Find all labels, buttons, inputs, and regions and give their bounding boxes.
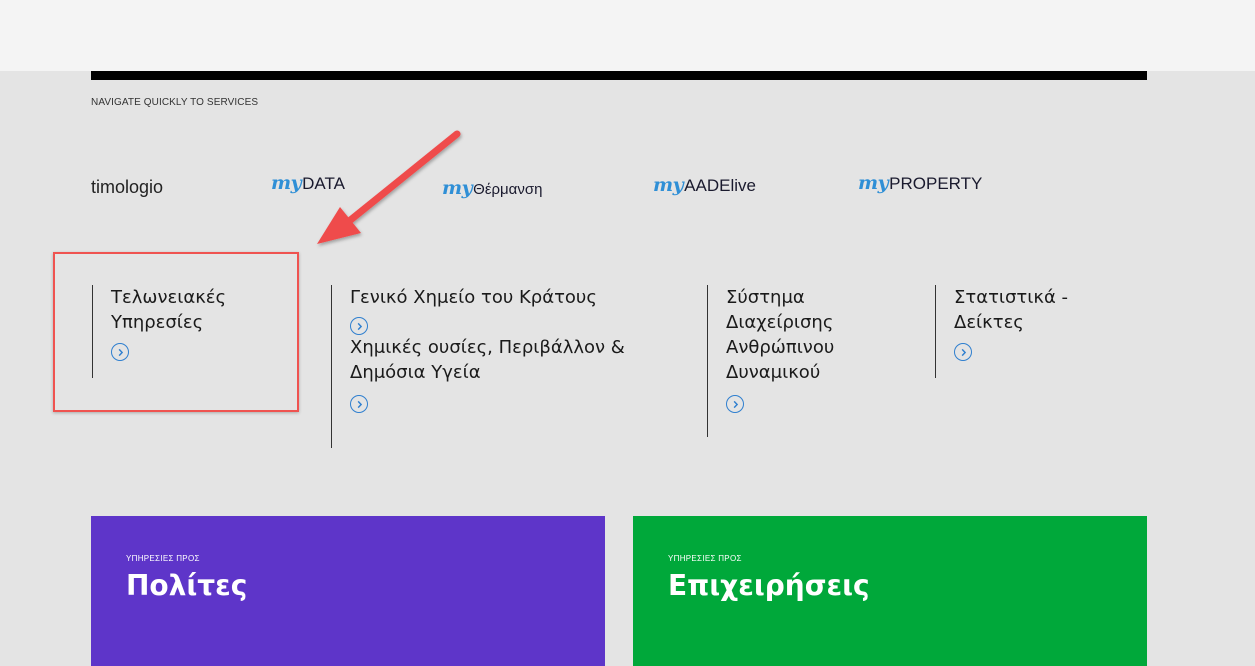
tile-businesses[interactable]: ΥΠΗΡΕΣΙΕΣ ΠΡΟΣ Επιχειρήσεις xyxy=(633,516,1147,666)
tile-subtitle: ΥΠΗΡΕΣΙΕΣ ΠΡΟΣ xyxy=(126,554,200,563)
tile-citizens[interactable]: ΥΠΗΡΕΣΙΕΣ ΠΡΟΣ Πολίτες xyxy=(91,516,605,666)
tile-title: Επιχειρήσεις xyxy=(668,569,870,602)
tile-title: Πολίτες xyxy=(126,569,248,602)
tile-subtitle: ΥΠΗΡΕΣΙΕΣ ΠΡΟΣ xyxy=(668,554,742,563)
